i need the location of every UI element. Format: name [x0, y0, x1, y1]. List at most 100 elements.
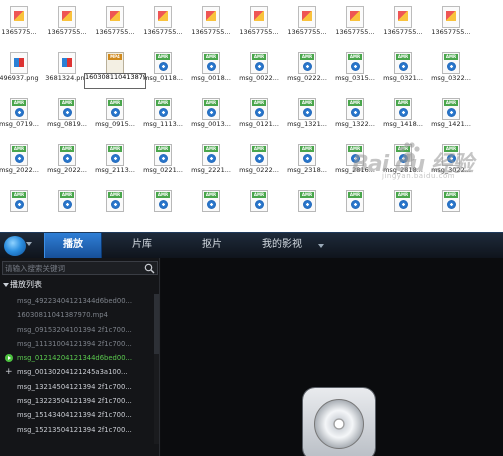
file-item[interactable]: 13657755...: [330, 2, 380, 48]
amr-file-icon: AMR: [58, 98, 76, 120]
file-item[interactable]: AMR msg_2022...: [42, 140, 92, 186]
file-item[interactable]: AMR msg_1322...: [330, 94, 380, 140]
file-item[interactable]: AMR msg_0315...: [330, 48, 380, 94]
file-item[interactable]: AMR msg_1418...: [378, 94, 428, 140]
file-item[interactable]: AMR: [138, 186, 188, 232]
file-item[interactable]: AMR msg_0819...: [42, 94, 92, 140]
file-item[interactable]: 13657755...: [234, 2, 284, 48]
file-item[interactable]: AMR msg_0222...: [234, 140, 284, 186]
amr-file-icon: AMR: [442, 190, 460, 212]
playlist-item-label: msg_00130204121245a3a100...: [17, 368, 128, 377]
tab-clip[interactable]: 抠片: [188, 233, 236, 258]
file-item[interactable]: 13657755...: [42, 2, 92, 48]
file-item[interactable]: AMR msg_0321...: [378, 48, 428, 94]
file-item[interactable]: AMR: [90, 186, 140, 232]
doc-file-icon: [106, 6, 124, 28]
file-item[interactable]: AMR: [426, 186, 476, 232]
doc-file-icon: [442, 6, 460, 28]
file-item[interactable]: 13657755...: [186, 2, 236, 48]
file-type-tag: AMR: [156, 100, 170, 106]
file-item[interactable]: AMR msg_1421...: [426, 94, 476, 140]
amr-file-icon: AMR: [442, 52, 460, 74]
search-input[interactable]: [5, 262, 141, 274]
player-logo-icon[interactable]: [4, 236, 26, 256]
file-item[interactable]: 13657755...: [426, 2, 476, 48]
tab-library[interactable]: 片库: [118, 233, 166, 258]
expand-plus-icon: +: [5, 367, 13, 378]
file-row: AMR AMR AMR AMR AMR AMR AMR AMR AMR AMR: [0, 186, 503, 232]
amr-file-icon: AMR: [106, 98, 124, 120]
playlist-item[interactable]: msg_01214204121344d6bed00...: [0, 351, 154, 365]
playlist-item-label: msg_13223504121394 2f1c700...: [17, 397, 132, 406]
playlist-item-label: msg_49223404121344d6bed00...: [17, 297, 132, 305]
file-item[interactable]: AMR msg_0022...: [234, 48, 284, 94]
file-item[interactable]: AMR msg_0222...: [282, 48, 332, 94]
file-item[interactable]: AMR msg_0322...: [426, 48, 476, 94]
playlist-item[interactable]: msg_11131004121394 2f1c700...: [0, 337, 154, 351]
file-item[interactable]: AMR: [378, 186, 428, 232]
file-item[interactable]: 13657755...: [378, 2, 428, 48]
file-item[interactable]: AMR msg_1113...: [138, 94, 188, 140]
video-area[interactable]: [161, 258, 503, 456]
file-type-tag: AMR: [348, 192, 362, 198]
audio-disc-icon: [63, 154, 72, 163]
file-item[interactable]: AMR: [0, 186, 44, 232]
amr-file-icon: AMR: [250, 52, 268, 74]
playlist-item[interactable]: 16030811041387970.mp4: [0, 308, 154, 322]
file-item[interactable]: AMR msg_2318...: [282, 140, 332, 186]
file-item[interactable]: 496937.png: [0, 48, 44, 94]
tab-my-videos[interactable]: 我的影视: [252, 233, 312, 258]
audio-disc-icon: [111, 108, 120, 117]
file-item[interactable]: AMR: [234, 186, 284, 232]
file-item[interactable]: MP416030811041387970.mp4: [84, 48, 146, 94]
file-type-tag: MP4: [108, 54, 122, 60]
file-item[interactable]: AMR msg_0719...: [0, 94, 44, 140]
file-item[interactable]: AMR msg_2221...: [186, 140, 236, 186]
collapse-triangle-icon[interactable]: [3, 283, 9, 287]
playlist-item[interactable]: msg_49223404121344d6bed00...: [0, 294, 154, 308]
file-item[interactable]: AMR msg_1321...: [282, 94, 332, 140]
amr-file-icon: AMR: [58, 144, 76, 166]
file-item[interactable]: AMR: [282, 186, 332, 232]
playlist-item[interactable]: + msg_00130204121245a3a100...: [0, 365, 154, 379]
audio-disc-icon: [15, 108, 24, 117]
scrollbar-thumb[interactable]: [154, 294, 159, 354]
file-item[interactable]: AMR: [186, 186, 236, 232]
amr-file-icon: AMR: [58, 190, 76, 212]
amr-file-icon: AMR: [346, 190, 364, 212]
file-item[interactable]: AMR msg_0118...: [138, 48, 188, 94]
audio-disc-icon: [303, 108, 312, 117]
tab-dropdown-icon[interactable]: [318, 244, 324, 248]
tab-play[interactable]: 播放: [44, 233, 102, 258]
file-type-tag: AMR: [396, 192, 410, 198]
file-item[interactable]: AMR msg_2022...: [0, 140, 44, 186]
file-type-tag: AMR: [12, 100, 26, 106]
playlist-item[interactable]: msg_09153204101394 2f1c700...: [0, 323, 154, 337]
file-item[interactable]: AMR: [42, 186, 92, 232]
file-item[interactable]: 13657755...: [90, 2, 140, 48]
file-item[interactable]: 13657755...: [282, 2, 332, 48]
file-item[interactable]: AMR msg_2113...: [90, 140, 140, 186]
file-item[interactable]: AMR msg_0121...: [234, 94, 284, 140]
playlist-item[interactable]: msg_15143404121394 2f1c700...: [0, 408, 154, 422]
file-item[interactable]: AMR msg_0915...: [90, 94, 140, 140]
playlist-item[interactable]: msg_15213504121394 2f1c700...: [0, 423, 154, 437]
file-type-tag: AMR: [348, 54, 362, 60]
file-item[interactable]: AMR msg_0018...: [186, 48, 236, 94]
file-type-tag: AMR: [252, 100, 266, 106]
audio-disc-icon: [255, 200, 264, 209]
file-item[interactable]: 13657755...: [138, 2, 188, 48]
file-item[interactable]: AMR: [330, 186, 380, 232]
file-name: 13657755...: [431, 28, 471, 36]
file-item[interactable]: AMR msg_0013...: [186, 94, 236, 140]
playlist-header[interactable]: 播放列表: [0, 278, 160, 292]
playlist-scrollbar[interactable]: [154, 294, 159, 444]
search-icon[interactable]: [144, 263, 155, 274]
playlist-item[interactable]: msg_13223504121394 2f1c700...: [0, 394, 154, 408]
file-item[interactable]: 1365775...: [0, 2, 44, 48]
open-file-button[interactable]: [303, 388, 375, 456]
file-item[interactable]: AMR msg_0221...: [138, 140, 188, 186]
playlist-item[interactable]: msg_13214504121394 2f1c700...: [0, 380, 154, 394]
menu-caret-icon[interactable]: [26, 242, 32, 246]
png-file-icon: [10, 52, 28, 74]
